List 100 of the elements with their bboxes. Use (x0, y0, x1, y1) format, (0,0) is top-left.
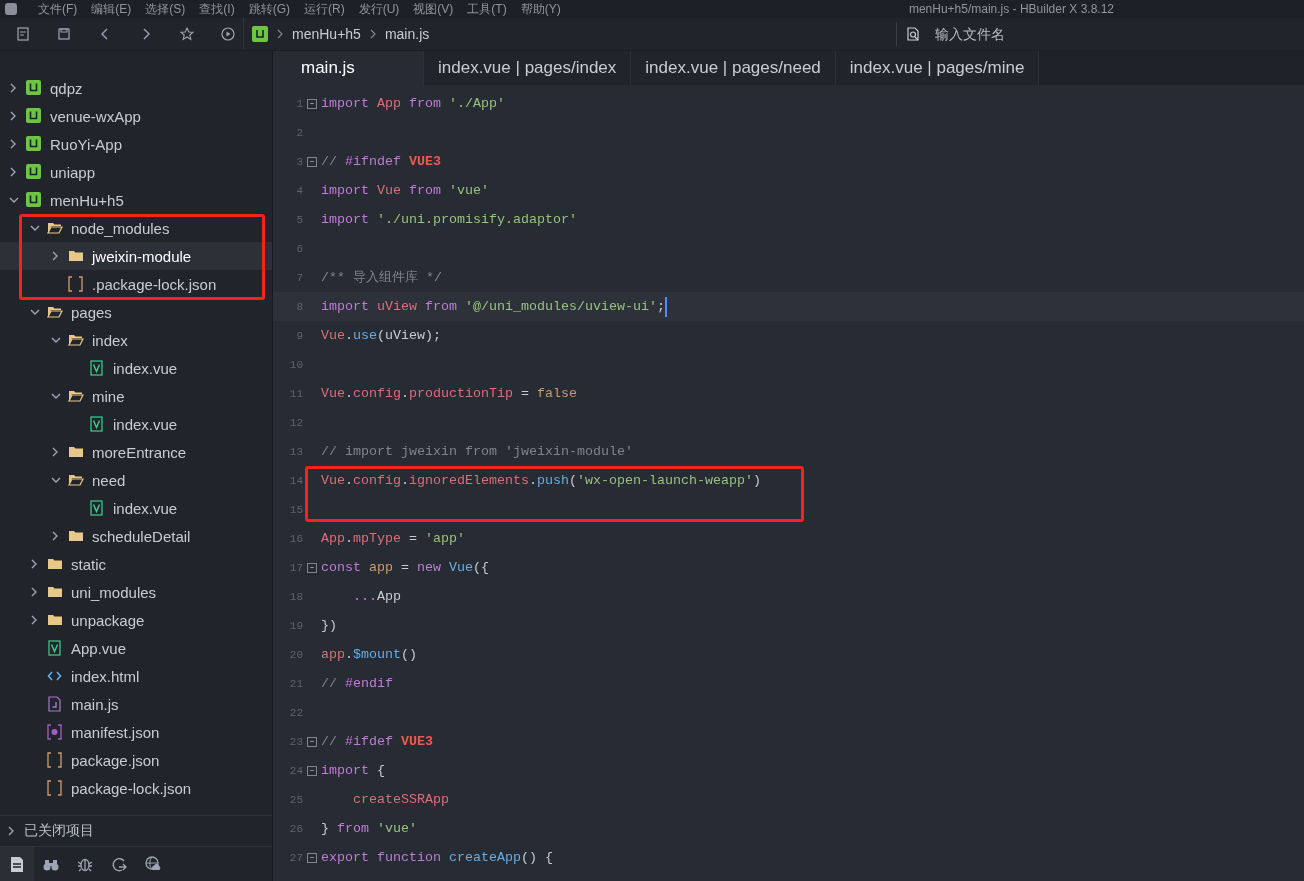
tree-item[interactable]: App.vue (0, 634, 272, 662)
tree-item[interactable]: index (0, 326, 272, 354)
line-number: 11 (288, 387, 303, 400)
fold-icon[interactable] (307, 765, 317, 776)
menu-item[interactable]: 文件(F) (38, 1, 78, 17)
tree-item[interactable]: unpackage (0, 606, 272, 634)
editor-tab[interactable]: index.vue | pages/index (424, 51, 632, 85)
project-icon (26, 136, 42, 152)
globe-cloud-icon[interactable] (144, 855, 162, 873)
fold-icon[interactable] (307, 852, 317, 863)
code-line: }) (321, 616, 337, 635)
code-line: import './uni.promisify.adaptor' (321, 210, 577, 229)
menu-item[interactable]: 工具(T) (467, 1, 507, 17)
closed-projects-item[interactable]: 已关闭项目 (0, 822, 94, 840)
code-line: export function createApp() { (321, 848, 553, 867)
vue-file-icon (89, 416, 105, 432)
code-line: // import jweixin from 'jweixin-module' (321, 442, 633, 461)
tree-item[interactable]: scheduleDetail (0, 522, 272, 550)
tree-item[interactable]: uniapp (0, 158, 272, 186)
tree-item[interactable]: index.vue (0, 410, 272, 438)
save-icon[interactable] (56, 26, 72, 42)
vue-file-icon (89, 360, 105, 376)
fold-icon[interactable] (307, 562, 317, 573)
code-line: // #ifndef VUE3 (321, 152, 441, 171)
window-title: menHu+h5/main.js - HBuilder X 3.8.12 (908, 1, 1114, 17)
tree-item[interactable]: venue-wxApp (0, 102, 272, 130)
run-icon[interactable] (220, 26, 236, 42)
line-number: 23 (288, 735, 303, 748)
code-line: App.mpType = 'app' (321, 529, 465, 548)
menu-item[interactable]: 视图(V) (413, 1, 454, 17)
tree-item[interactable]: package-lock.json (0, 774, 272, 802)
line-number: 14 (288, 474, 303, 487)
vue-file-icon (89, 500, 105, 516)
fold-icon[interactable] (307, 98, 317, 109)
tree-item[interactable]: static (0, 550, 272, 578)
line-number: 22 (288, 706, 303, 719)
code-line: createSSRApp (352, 790, 449, 809)
line-number: 18 (288, 590, 303, 603)
tree-item[interactable]: node_modules (0, 214, 272, 242)
menu-item[interactable]: 运行(R) (304, 1, 345, 17)
tree-item[interactable]: index.html (0, 662, 272, 690)
fold-icon[interactable] (307, 156, 317, 167)
tree-item[interactable]: pages (0, 298, 272, 326)
tree-item[interactable]: need (0, 466, 272, 494)
tree-item[interactable]: index.vue (0, 354, 272, 382)
tree-item[interactable]: mine (0, 382, 272, 410)
tree-item[interactable]: menHu+h5 (0, 186, 272, 214)
chevron-icon (276, 28, 284, 40)
breadcrumb-item[interactable]: main.js (384, 25, 430, 43)
breadcrumb-item[interactable]: menHu+h5 (292, 25, 361, 43)
folder-icon (68, 248, 84, 264)
tree-item[interactable]: main.js (0, 690, 272, 718)
fold-icon[interactable] (307, 736, 317, 747)
menu-item[interactable]: 选择(S) (145, 1, 186, 17)
folder-icon (47, 556, 63, 572)
code-line: import Vue from 'vue' (321, 181, 489, 200)
line-number: 20 (288, 648, 303, 661)
line-number: 13 (288, 445, 303, 458)
folder-icon (47, 584, 63, 600)
project-icon (252, 26, 268, 42)
menu-item[interactable]: 发行(U) (358, 1, 400, 17)
tree-item[interactable]: qdpz (0, 74, 272, 102)
open-folder-icon (47, 220, 63, 236)
tree-item[interactable]: uni_modules (0, 578, 272, 606)
tree-item[interactable]: jweixin-module (0, 242, 272, 270)
line-number: 7 (295, 271, 303, 284)
code-line: Vue.use(uView); (321, 326, 441, 345)
project-icon (26, 108, 42, 124)
tree-item[interactable]: RuoYi-App (0, 130, 272, 158)
tree-item[interactable]: moreEntrance (0, 438, 272, 466)
vue-file-icon (47, 640, 63, 656)
tree-item[interactable]: package.json (0, 746, 272, 774)
menu-item[interactable]: 帮助(Y) (520, 1, 561, 17)
line-number: 5 (295, 213, 303, 226)
new-file-icon[interactable] (15, 26, 31, 42)
line-number: 27 (288, 851, 303, 864)
app-logo-icon (4, 2, 18, 16)
editor-tab[interactable]: index.vue | pages/mine (835, 51, 1040, 85)
line-number: 3 (295, 155, 303, 168)
code-line: Vue.config.ignoredElements.push('wx-open-launch-weapp') (321, 471, 761, 490)
tree-item[interactable]: index.vue (0, 494, 272, 522)
menu-item[interactable]: 编辑(E) (91, 1, 132, 17)
search-file-icon (905, 26, 921, 42)
tree-item[interactable]: manifest.json (0, 718, 272, 746)
code-line: /** 导入组件库 */ (321, 268, 442, 287)
search-field[interactable]: 输入文件名 (933, 25, 1237, 43)
file-list-icon[interactable] (8, 855, 26, 873)
line-number: 25 (288, 793, 303, 806)
js-file-icon (47, 696, 63, 712)
code-line: // #endif (321, 674, 393, 693)
code-line: import uView from '@/uni_modules/uview-ui'; (321, 297, 665, 316)
menu-item[interactable]: 跳转(G) (248, 1, 290, 17)
editor-tab[interactable]: main.js (273, 51, 424, 85)
project-icon (26, 80, 42, 96)
refresh-icon[interactable] (110, 855, 128, 873)
tree-item[interactable]: .package-lock.json (0, 270, 272, 298)
star-icon[interactable] (179, 26, 195, 42)
brackets-icon (47, 780, 63, 796)
menu-item[interactable]: 查找(I) (199, 1, 235, 17)
editor-tab[interactable]: index.vue | pages/need (631, 51, 836, 85)
